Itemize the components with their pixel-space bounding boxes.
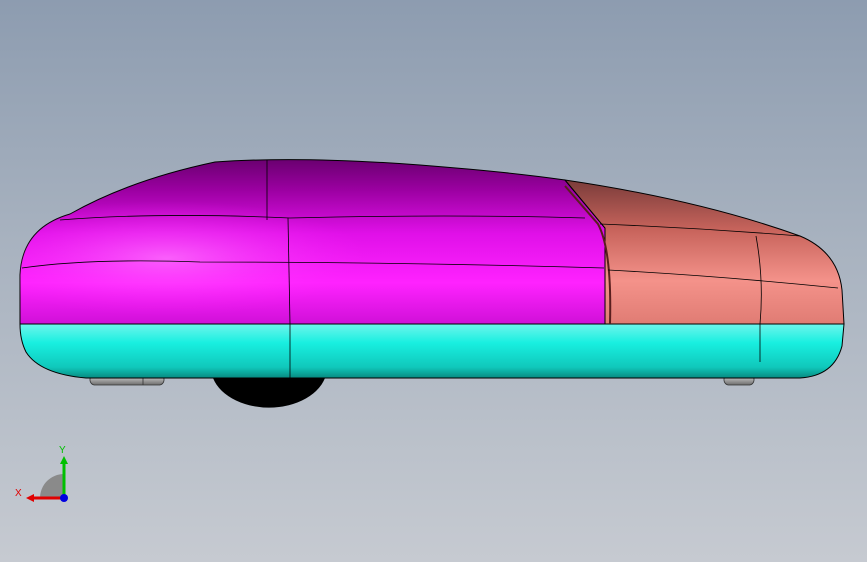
upper-body-shell[interactable] [19, 159, 606, 325]
lower-base[interactable] [19, 323, 845, 379]
y-axis-label: Y [59, 445, 66, 456]
rear-wheel[interactable] [212, 375, 326, 408]
z-axis-dot [60, 494, 68, 502]
model-view[interactable] [0, 0, 867, 562]
orientation-triad: Y X [15, 445, 68, 502]
x-axis-label: X [15, 488, 22, 499]
front-hood-shell[interactable] [563, 179, 845, 325]
triad-plane-quadrant [40, 474, 64, 498]
graphics-viewport[interactable]: Y X [0, 0, 867, 562]
